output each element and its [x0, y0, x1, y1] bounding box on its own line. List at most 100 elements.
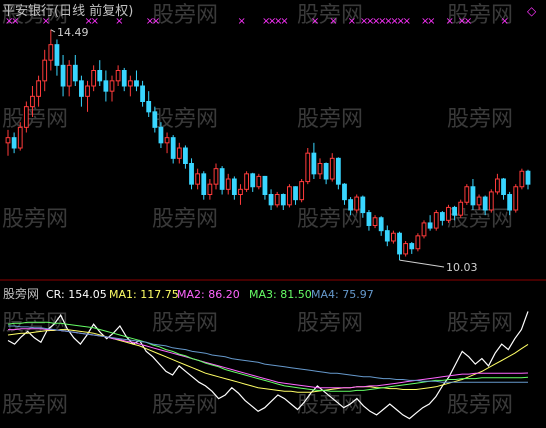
- candle-body[interactable]: [85, 85, 90, 97]
- candle-body[interactable]: [109, 80, 115, 92]
- candle-body[interactable]: [323, 163, 329, 180]
- candle-body[interactable]: [201, 173, 207, 195]
- legend-label: MA2:: [177, 288, 208, 301]
- legend-item: MA4: 75.97: [311, 288, 374, 301]
- candle-body[interactable]: [176, 147, 182, 159]
- candle-body[interactable]: [183, 147, 188, 164]
- candle-body[interactable]: [219, 168, 225, 190]
- candle-body[interactable]: [513, 186, 519, 211]
- candle-body[interactable]: [488, 191, 494, 211]
- candle-body[interactable]: [11, 137, 17, 149]
- candle-body[interactable]: [354, 196, 360, 211]
- candle-body[interactable]: [287, 186, 292, 206]
- min-pointer-line: [399, 259, 445, 268]
- candle-body[interactable]: [60, 64, 66, 87]
- candle-body[interactable]: [66, 64, 72, 87]
- candle-body[interactable]: [342, 183, 347, 201]
- legend-label: CR:: [46, 288, 68, 301]
- candle-body[interactable]: [115, 70, 121, 82]
- candle-body[interactable]: [225, 178, 231, 190]
- candle-body[interactable]: [335, 157, 341, 185]
- candle-body[interactable]: [403, 243, 409, 255]
- legend-value: 81.50: [280, 288, 312, 301]
- candle-body[interactable]: [415, 235, 421, 250]
- candle-body[interactable]: [207, 183, 213, 196]
- candle-body[interactable]: [140, 85, 145, 102]
- candle-body[interactable]: [299, 181, 305, 201]
- candle-body[interactable]: [525, 170, 531, 185]
- candle-body[interactable]: [170, 137, 176, 159]
- candle-body[interactable]: [250, 173, 256, 188]
- candle-body[interactable]: [23, 106, 29, 128]
- candle-body[interactable]: [305, 152, 311, 183]
- candle-body[interactable]: [452, 206, 457, 216]
- candle-body[interactable]: [262, 175, 268, 196]
- candle-body[interactable]: [317, 163, 323, 175]
- candle-body[interactable]: [366, 212, 372, 226]
- legend-item: MA2: 86.20: [177, 288, 240, 301]
- candle-body[interactable]: [433, 212, 439, 229]
- candle-body[interactable]: [348, 199, 353, 211]
- candle-body[interactable]: [72, 64, 78, 82]
- candle-body[interactable]: [427, 222, 433, 229]
- candle-body[interactable]: [48, 44, 54, 61]
- candle-body[interactable]: [446, 206, 451, 221]
- candle-body[interactable]: [360, 196, 366, 214]
- candle-body[interactable]: [311, 152, 317, 175]
- candle-body[interactable]: [164, 137, 170, 144]
- candle-body[interactable]: [507, 194, 513, 211]
- signal-marker: ×: [152, 16, 160, 27]
- candle-body[interactable]: [103, 80, 109, 92]
- watermark-text: 股旁网: [152, 3, 218, 28]
- candle-body[interactable]: [256, 175, 262, 188]
- candle-body[interactable]: [134, 80, 139, 87]
- candle-body[interactable]: [30, 95, 35, 108]
- candle-body[interactable]: [293, 186, 298, 201]
- candle-body[interactable]: [482, 196, 488, 211]
- signal-marker: ×: [311, 16, 319, 27]
- candle-body[interactable]: [189, 163, 194, 185]
- candle-body[interactable]: [127, 80, 133, 87]
- candle-body[interactable]: [152, 111, 158, 128]
- indicator-legend: CR: 154.05 MA1: 117.75MA2: 86.20 MA3: 81.5…: [46, 288, 374, 301]
- candle-body[interactable]: [495, 178, 500, 193]
- candle-body[interactable]: [280, 194, 286, 206]
- candle-body[interactable]: [470, 186, 476, 206]
- candle-body[interactable]: [5, 137, 11, 144]
- indicator-line-ma2: [8, 328, 529, 389]
- candle-body[interactable]: [274, 194, 280, 206]
- candle-body[interactable]: [391, 232, 396, 242]
- candle-body[interactable]: [384, 230, 390, 242]
- indicator-line-ma1: [7, 329, 529, 393]
- candle-body[interactable]: [91, 70, 97, 87]
- candle-body[interactable]: [238, 188, 243, 195]
- candle-body[interactable]: [397, 232, 402, 255]
- candle-body[interactable]: [464, 186, 470, 203]
- candle-body[interactable]: [378, 217, 384, 232]
- candle-body[interactable]: [17, 126, 23, 149]
- candle-body[interactable]: [121, 70, 127, 87]
- candle-body[interactable]: [501, 178, 506, 195]
- corner-diamond-icon[interactable]: ◇: [527, 4, 537, 18]
- candle-body[interactable]: [231, 178, 237, 195]
- candle-body[interactable]: [42, 59, 48, 82]
- candle-body[interactable]: [268, 194, 274, 206]
- candle-body[interactable]: [158, 126, 164, 144]
- candle-body[interactable]: [329, 157, 335, 180]
- candle-body[interactable]: [519, 170, 525, 188]
- watermark-text: 股旁网: [152, 207, 218, 232]
- candle-body[interactable]: [421, 222, 427, 237]
- candle-body[interactable]: [439, 212, 445, 221]
- candle-body[interactable]: [458, 201, 464, 216]
- candle-body[interactable]: [97, 70, 103, 82]
- candle-body[interactable]: [195, 173, 201, 185]
- candle-body[interactable]: [146, 101, 152, 113]
- candle-body[interactable]: [476, 196, 482, 206]
- candle-body[interactable]: [213, 168, 219, 185]
- candle-body[interactable]: [372, 217, 378, 226]
- candle-body[interactable]: [54, 44, 60, 66]
- candle-body[interactable]: [36, 80, 41, 97]
- candle-body[interactable]: [409, 243, 415, 250]
- candle-body[interactable]: [79, 80, 84, 97]
- candle-body[interactable]: [244, 173, 249, 190]
